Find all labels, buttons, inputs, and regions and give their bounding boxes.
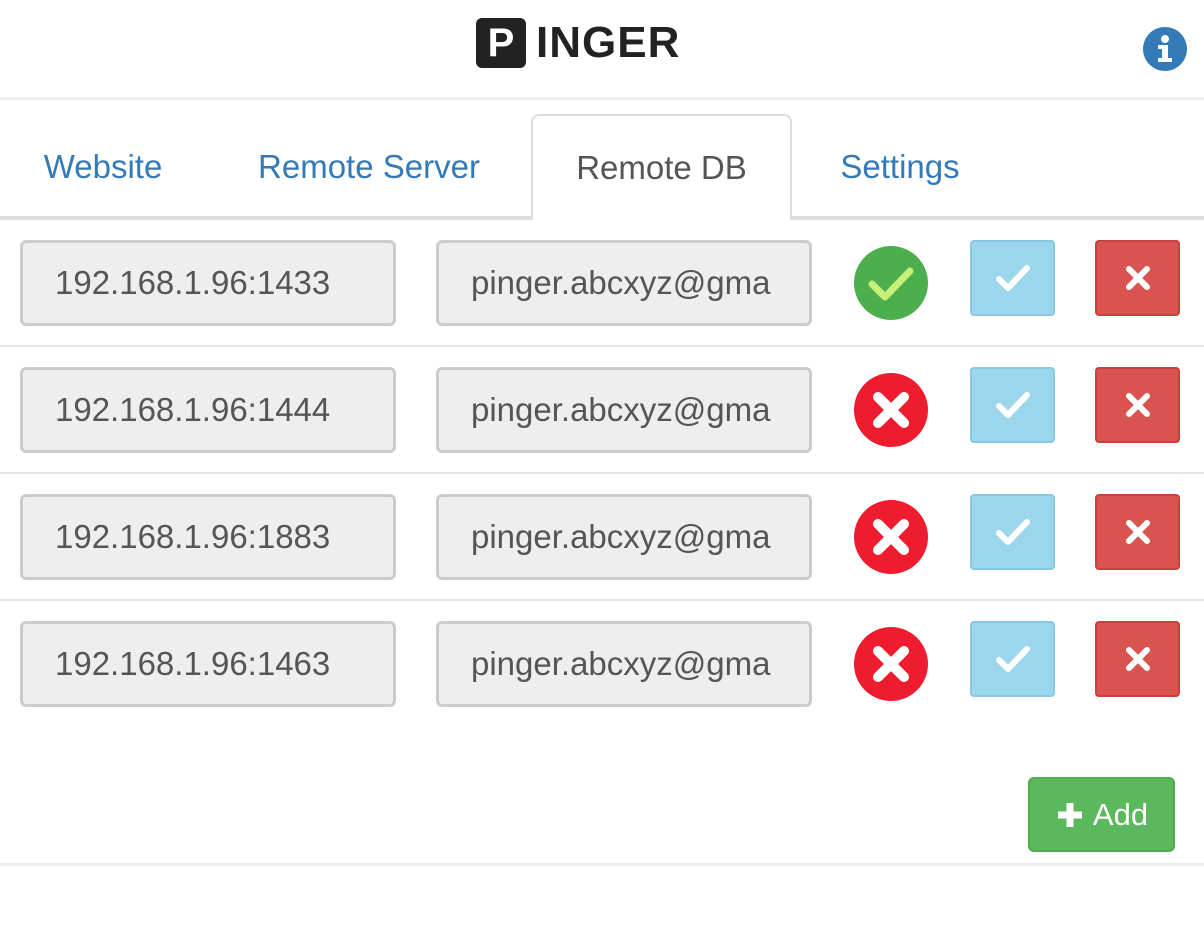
status-error-icon [854,627,928,701]
check-icon [995,265,1030,291]
address-input[interactable]: 192.168.1.96:1444 [20,367,396,453]
address-input[interactable]: 192.168.1.96:1433 [20,240,396,326]
db-row: 192.168.1.96:1883 pinger.abcxyz@gma [0,474,1204,601]
tab-remote-db[interactable]: Remote DB [531,114,792,220]
email-input[interactable]: pinger.abcxyz@gma [436,494,812,580]
check-icon [995,392,1030,418]
delete-button[interactable] [1095,367,1180,443]
status-ok-icon [854,246,928,320]
close-icon [1125,647,1150,671]
add-button-label: Add [1092,796,1149,832]
close-icon [1125,266,1150,290]
info-icon [1158,35,1172,62]
app-header: P INGER [0,0,1204,100]
address-input[interactable]: 192.168.1.96:1883 [20,494,396,580]
save-button[interactable] [970,494,1055,570]
footer-divider [0,863,1204,866]
add-button[interactable]: Add [1028,777,1175,852]
address-input[interactable]: 192.168.1.96:1463 [20,621,396,707]
check-icon [995,519,1030,545]
status-error-icon [854,500,928,574]
db-row: 192.168.1.96:1463 pinger.abcxyz@gma [0,601,1204,728]
db-row: 192.168.1.96:1433 pinger.abcxyz@gma [0,220,1204,347]
logo-text: INGER [536,18,681,67]
save-button[interactable] [970,367,1055,443]
plus-icon [1055,800,1085,830]
close-icon [1125,393,1150,417]
email-input[interactable]: pinger.abcxyz@gma [436,367,812,453]
info-button[interactable] [1143,27,1187,71]
delete-button[interactable] [1095,494,1180,570]
app-logo: P INGER [476,18,680,68]
check-icon [995,646,1030,672]
tab-bar: Website Remote Server Remote DB Settings [0,114,1204,220]
email-input[interactable]: pinger.abcxyz@gma [436,240,812,326]
remote-db-list: 192.168.1.96:1433 pinger.abcxyz@gma 192.… [0,220,1204,728]
status-error-icon [854,373,928,447]
tab-website[interactable]: Website [0,114,206,220]
logo-badge: P [476,18,526,68]
db-row: 192.168.1.96:1444 pinger.abcxyz@gma [0,347,1204,474]
email-input[interactable]: pinger.abcxyz@gma [436,621,812,707]
tab-settings[interactable]: Settings [818,114,982,220]
save-button[interactable] [970,240,1055,316]
tab-remote-server[interactable]: Remote Server [232,114,506,220]
save-button[interactable] [970,621,1055,697]
delete-button[interactable] [1095,240,1180,316]
close-icon [1125,520,1150,544]
delete-button[interactable] [1095,621,1180,697]
